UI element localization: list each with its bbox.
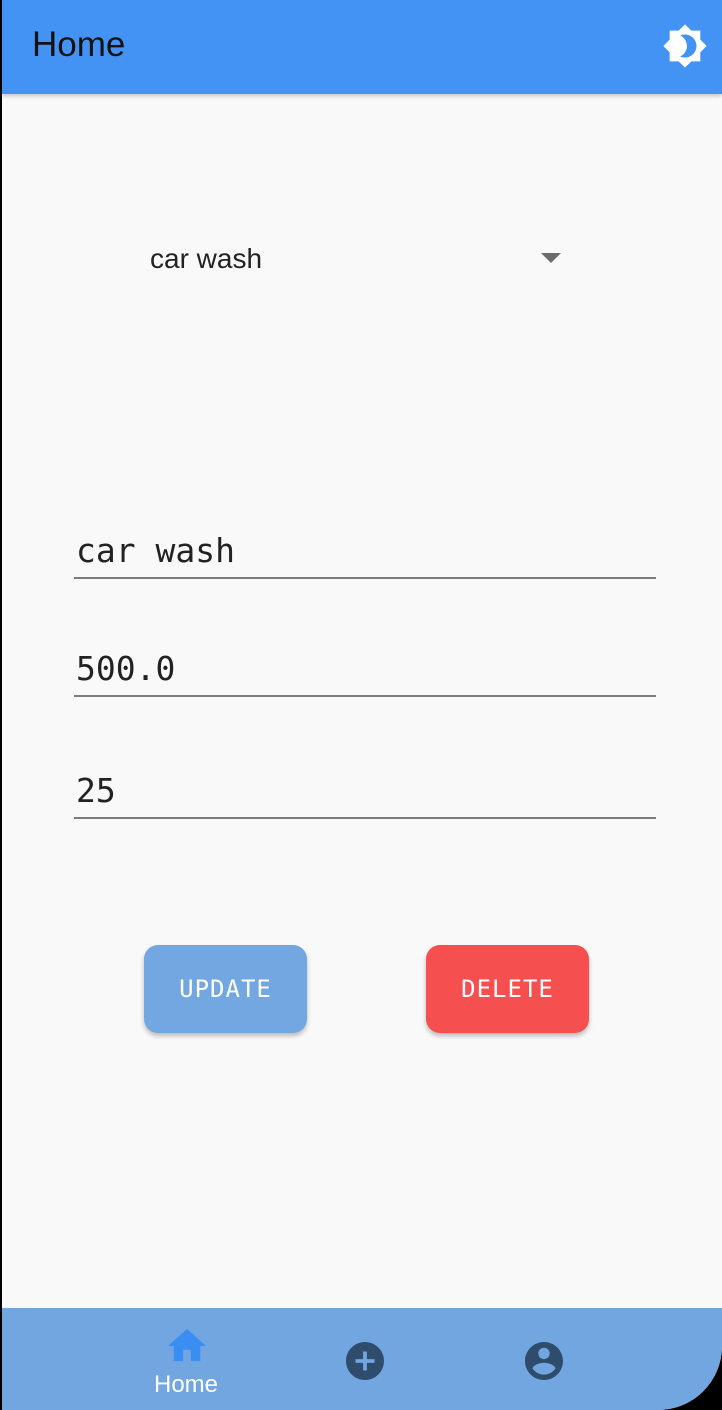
delete-button[interactable]: DELETE xyxy=(426,945,589,1033)
add-circle-icon xyxy=(346,1342,384,1380)
nav-item-profile[interactable] xyxy=(515,1308,575,1410)
name-input[interactable] xyxy=(76,527,646,573)
price-input[interactable] xyxy=(76,645,646,691)
account-circle-icon xyxy=(525,1342,563,1380)
update-button[interactable]: UPDATE xyxy=(144,945,307,1033)
nav-item-home[interactable]: Home xyxy=(136,1308,236,1410)
page-title: Home xyxy=(32,25,126,64)
bottom-navigation: Home xyxy=(2,1308,722,1410)
service-dropdown[interactable]: car wash xyxy=(150,236,570,284)
nav-label-home: Home xyxy=(153,1371,219,1398)
nav-item-add[interactable] xyxy=(336,1308,396,1410)
app-bar: Home xyxy=(2,0,722,94)
quantity-field xyxy=(74,767,656,819)
home-icon xyxy=(168,1328,206,1362)
arrow-drop-down-icon xyxy=(541,253,561,263)
brightness-icon[interactable] xyxy=(662,23,708,69)
dropdown-selected-value: car wash xyxy=(150,243,263,274)
name-field xyxy=(74,527,656,579)
price-field xyxy=(74,645,656,697)
quantity-input[interactable] xyxy=(76,767,646,813)
app-screen: Home car wash UPDATE DELETE Home xyxy=(2,0,722,1410)
